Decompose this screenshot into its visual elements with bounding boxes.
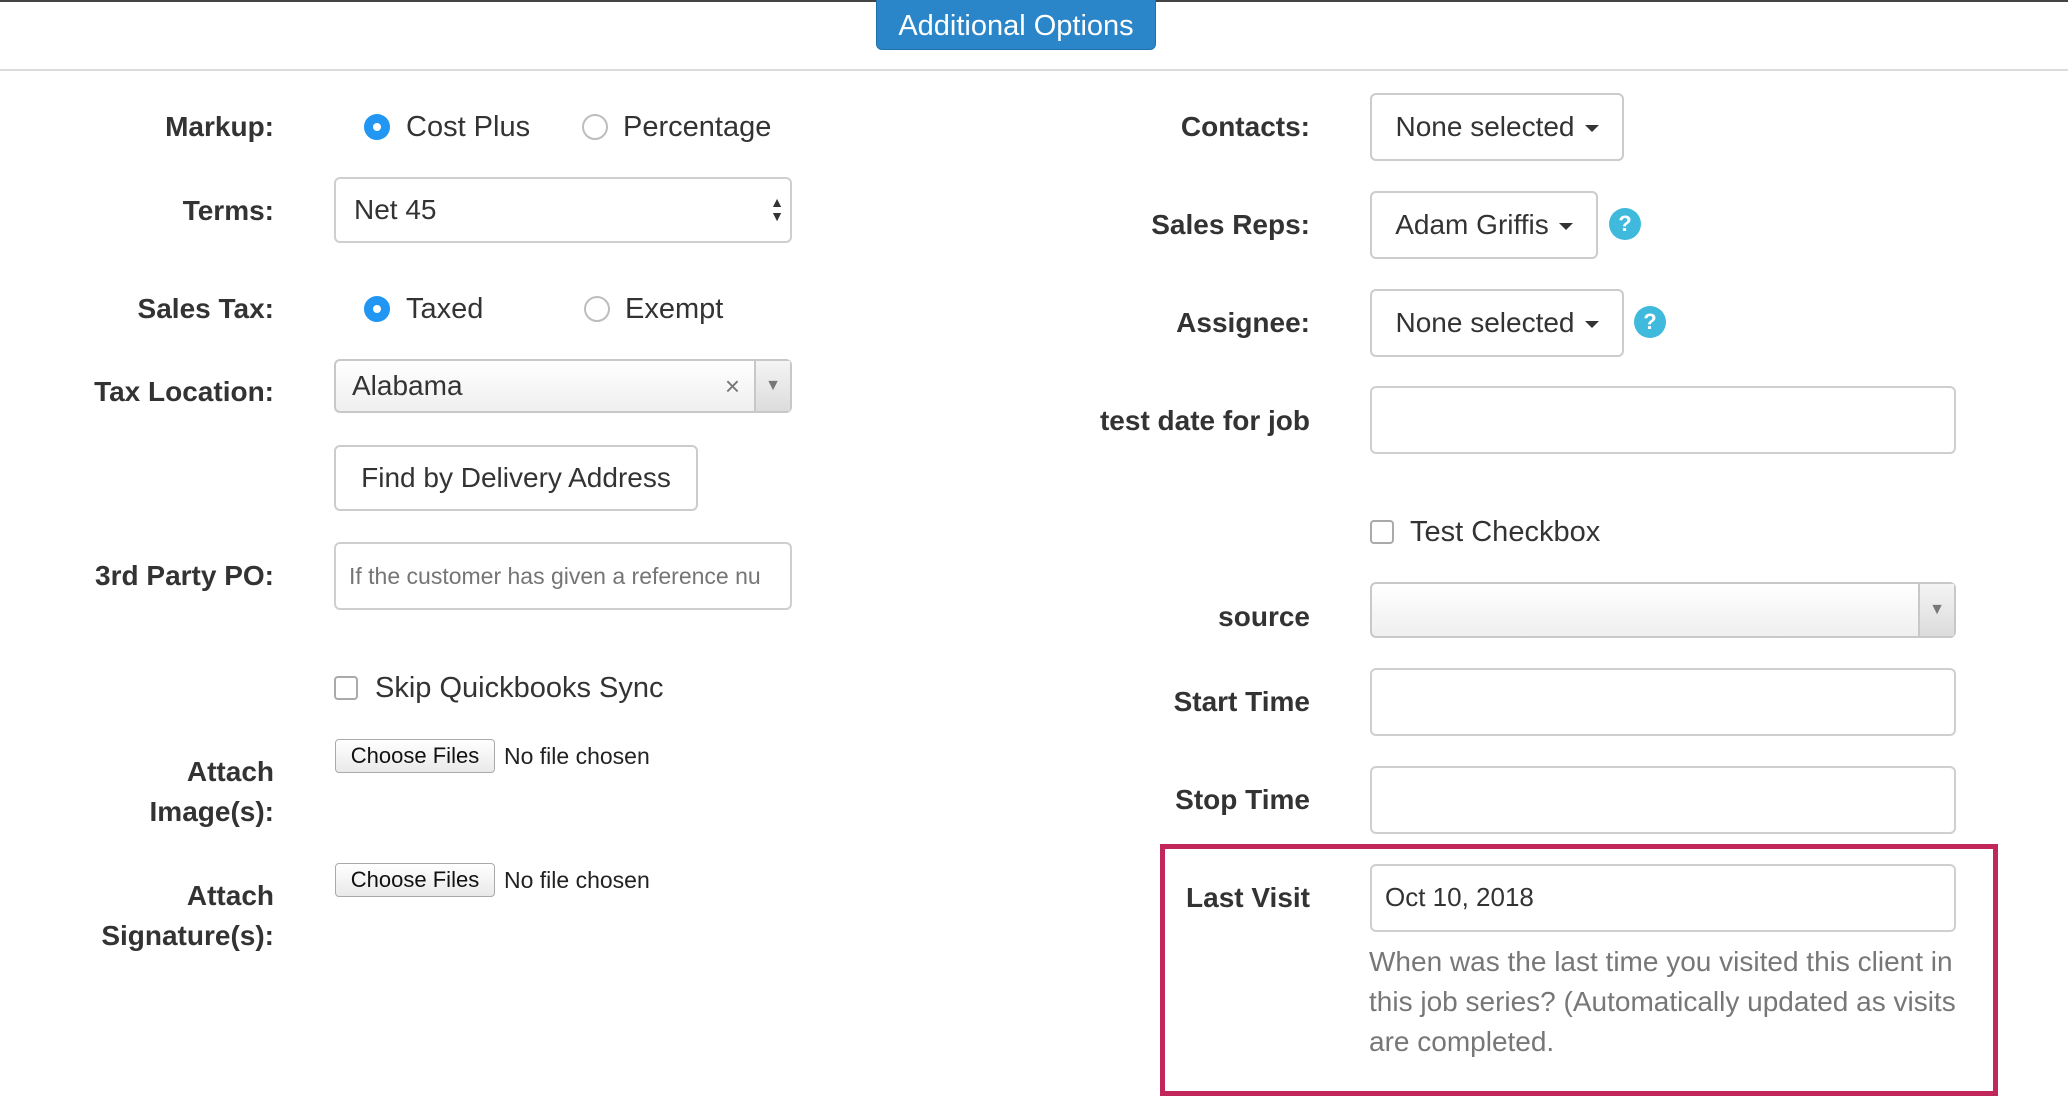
- test-date-label: test date for job: [1099, 405, 1310, 436]
- test-checkbox-label[interactable]: Test Checkbox: [1410, 512, 1600, 552]
- attach-images-label-line2: Image(s):: [149, 796, 274, 827]
- assignee-label: Assignee:: [1176, 307, 1310, 338]
- sales-reps-dropdown[interactable]: Adam Griffis: [1370, 191, 1598, 259]
- help-icon[interactable]: ?: [1609, 208, 1641, 240]
- stop-time-label: Stop Time: [1175, 784, 1310, 815]
- contacts-dropdown[interactable]: None selected: [1370, 93, 1624, 161]
- stop-time-input[interactable]: [1370, 766, 1956, 834]
- sales-tax-label: Sales Tax:: [137, 293, 274, 324]
- attach-images-label-line1: Attach: [186, 756, 274, 787]
- markup-label: Markup:: [165, 111, 274, 142]
- test-date-input[interactable]: [1370, 386, 1956, 454]
- clear-icon[interactable]: ×: [725, 361, 740, 411]
- attach-signatures-choose-files-button[interactable]: Choose Files: [335, 863, 495, 897]
- attach-signatures-label-line1: Attach: [186, 880, 274, 911]
- markup-percentage-radio[interactable]: [582, 114, 608, 140]
- help-icon[interactable]: ?: [1634, 306, 1666, 338]
- attach-signatures-label-line2: Signature(s):: [101, 920, 274, 951]
- sales-tax-exempt-label[interactable]: Exempt: [625, 289, 723, 329]
- chevron-down-icon[interactable]: ▼: [1918, 584, 1954, 636]
- caret-down-icon: [1558, 223, 1573, 231]
- attach-images-choose-files-button[interactable]: Choose Files: [335, 739, 495, 773]
- tax-location-select[interactable]: Alabama × ▼: [334, 359, 792, 413]
- skip-quickbooks-checkbox[interactable]: [334, 676, 358, 700]
- attach-images-status: No file chosen: [504, 743, 650, 769]
- sales-tax-exempt-radio[interactable]: [584, 296, 610, 322]
- skip-quickbooks-label[interactable]: Skip Quickbooks Sync: [375, 668, 664, 708]
- caret-down-icon: [1584, 321, 1599, 329]
- terms-value: Net 45: [354, 194, 437, 225]
- terms-select[interactable]: Net 45 ▲ ▼: [334, 177, 792, 243]
- attach-signatures-status: No file chosen: [504, 867, 650, 893]
- tax-location-value: Alabama: [352, 370, 463, 401]
- sales-tax-taxed-label[interactable]: Taxed: [406, 289, 483, 329]
- markup-cost-plus-label[interactable]: Cost Plus: [406, 107, 530, 147]
- last-visit-help-line3: are completed.: [1369, 1026, 1555, 1057]
- third-party-po-input[interactable]: [334, 542, 792, 610]
- assignee-value: None selected: [1395, 307, 1575, 338]
- test-checkbox[interactable]: [1370, 520, 1394, 544]
- contacts-label: Contacts:: [1180, 111, 1310, 142]
- third-party-po-label: 3rd Party PO:: [95, 560, 274, 591]
- last-visit-help-line1: When was the last time you visited this …: [1369, 946, 1953, 977]
- last-visit-label: Last Visit: [1186, 882, 1310, 913]
- chevron-down-icon[interactable]: ▼: [754, 361, 790, 411]
- contacts-value: None selected: [1395, 111, 1575, 142]
- source-label: source: [1218, 601, 1310, 632]
- source-select[interactable]: ▼: [1370, 582, 1956, 638]
- last-visit-input[interactable]: Oct 10, 2018: [1370, 864, 1956, 932]
- section-divider: [0, 69, 2068, 71]
- markup-percentage-label[interactable]: Percentage: [623, 107, 771, 147]
- sales-reps-value: Adam Griffis: [1395, 209, 1549, 240]
- terms-label: Terms:: [182, 195, 274, 226]
- additional-options-tab[interactable]: Additional Options: [876, 0, 1156, 50]
- tax-location-label: Tax Location:: [94, 376, 274, 407]
- assignee-dropdown[interactable]: None selected: [1370, 289, 1624, 357]
- sales-tax-taxed-radio[interactable]: [364, 296, 390, 322]
- caret-down-icon: [1584, 125, 1599, 133]
- markup-cost-plus-radio[interactable]: [364, 114, 390, 140]
- updown-arrows-icon: ▲ ▼: [770, 194, 784, 224]
- start-time-input[interactable]: [1370, 668, 1956, 736]
- find-by-delivery-address-button[interactable]: Find by Delivery Address: [334, 445, 698, 511]
- sales-reps-label: Sales Reps:: [1151, 209, 1310, 240]
- start-time-label: Start Time: [1173, 686, 1310, 717]
- last-visit-help-line2: this job series? (Automatically updated …: [1369, 986, 1956, 1017]
